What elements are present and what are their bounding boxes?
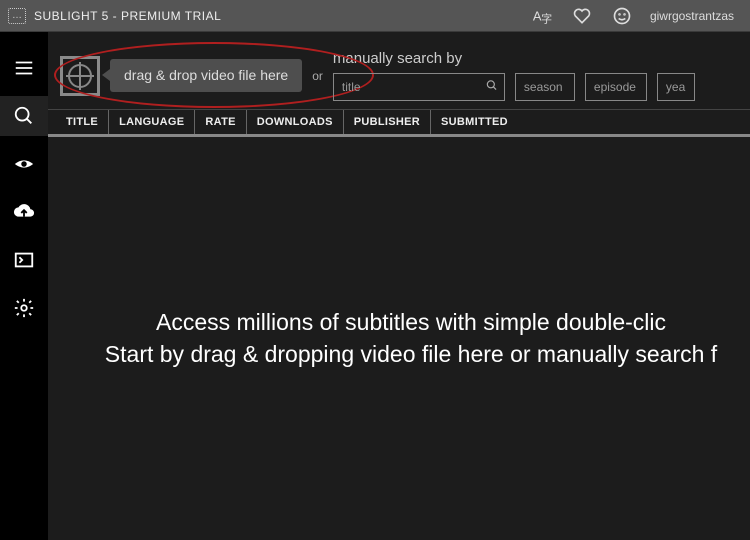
- search-area: drag & drop video file here or manually …: [48, 32, 750, 109]
- sidebar-item-menu[interactable]: [0, 48, 48, 88]
- feedback-icon[interactable]: [602, 0, 642, 32]
- dropzone-tooltip: drag & drop video file here: [110, 59, 302, 92]
- titlebar: … SUBLIGHT 5 - PREMIUM TRIAL A字 giwrgost…: [0, 0, 750, 32]
- col-rate[interactable]: RATE: [195, 110, 246, 134]
- hero-line-2: Start by drag & dropping video file here…: [105, 339, 717, 370]
- col-language[interactable]: LANGUAGE: [109, 110, 195, 134]
- language-icon[interactable]: A字: [522, 0, 562, 32]
- manual-search-label: manually search by: [333, 50, 738, 67]
- episode-input[interactable]: [585, 73, 647, 101]
- dropzone[interactable]: drag & drop video file here: [56, 56, 302, 96]
- user-name[interactable]: giwrgostrantzas: [642, 9, 742, 23]
- hero-line-1: Access millions of subtitles with simple…: [156, 307, 666, 338]
- sidebar-item-search[interactable]: [0, 96, 48, 136]
- favorite-icon[interactable]: [562, 0, 602, 32]
- results-table-header: TITLE LANGUAGE RATE DOWNLOADS PUBLISHER …: [48, 109, 750, 137]
- app-icon: …: [8, 8, 26, 24]
- col-title[interactable]: TITLE: [56, 110, 109, 134]
- sidebar-item-settings[interactable]: [0, 288, 48, 328]
- main-panel: drag & drop video file here or manually …: [48, 32, 750, 540]
- manual-search: manually search by: [333, 50, 738, 101]
- col-downloads[interactable]: DOWNLOADS: [247, 110, 344, 134]
- search-icon[interactable]: [485, 79, 499, 96]
- app-title: SUBLIGHT 5 - PREMIUM TRIAL: [34, 9, 221, 23]
- sidebar: [0, 32, 48, 540]
- title-input[interactable]: [333, 73, 505, 101]
- target-icon: [60, 56, 100, 96]
- empty-state: Access millions of subtitles with simple…: [48, 137, 750, 540]
- sidebar-item-visibility[interactable]: [0, 144, 48, 184]
- sidebar-item-terminal[interactable]: [0, 240, 48, 280]
- year-input[interactable]: [657, 73, 695, 101]
- season-input[interactable]: [515, 73, 575, 101]
- col-publisher[interactable]: PUBLISHER: [344, 110, 431, 134]
- col-submitted[interactable]: SUBMITTED: [431, 110, 518, 134]
- svg-text:字: 字: [541, 11, 552, 25]
- or-label: or: [312, 69, 323, 83]
- sidebar-item-upload[interactable]: [0, 192, 48, 232]
